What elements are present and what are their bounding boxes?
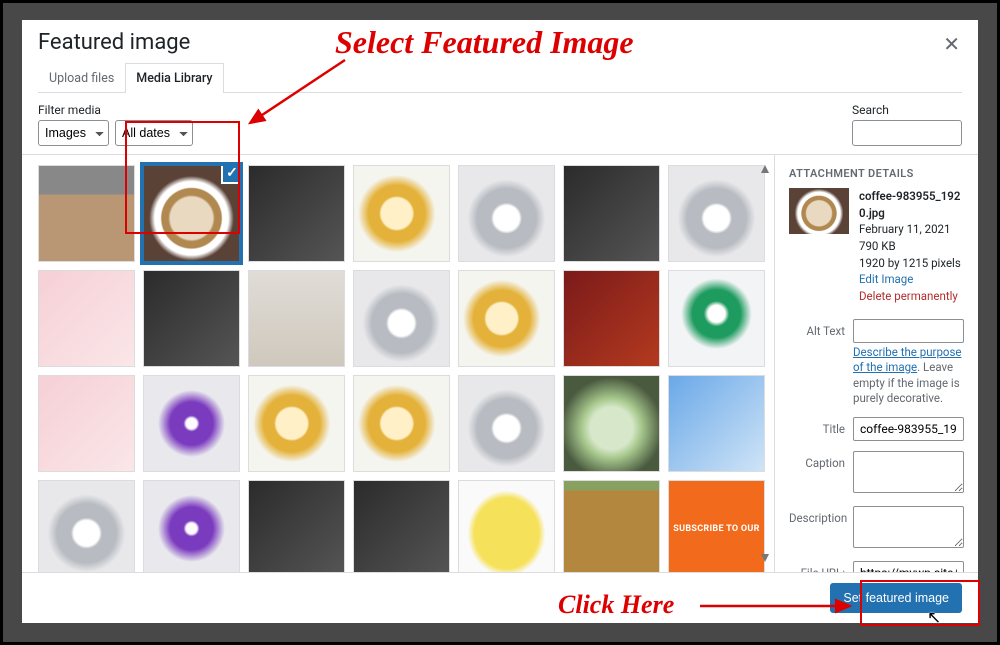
media-thumb-stones[interactable]	[248, 270, 345, 367]
media-thumb-silver-rings[interactable]	[668, 165, 765, 262]
description-row: Description	[789, 506, 964, 551]
alt-text-label: Alt Text	[789, 319, 845, 338]
tab-upload-files[interactable]: Upload files	[38, 63, 125, 93]
media-thumb-charm-bracelet[interactable]	[668, 375, 765, 472]
media-thumb-gold-rings[interactable]	[353, 165, 450, 262]
media-thumb-coffee-cup[interactable]: ✓	[143, 165, 240, 262]
selected-check-icon: ✓	[221, 165, 240, 184]
attachment-thumbnail	[789, 188, 849, 234]
media-type-select[interactable]: Images	[38, 120, 109, 146]
media-thumb-diamond-ring[interactable]	[458, 165, 555, 262]
delete-permanently-link[interactable]: Delete permanently	[859, 289, 958, 303]
caption-label: Caption	[789, 451, 845, 470]
filter-media-label: Filter media	[38, 103, 193, 117]
media-thumb-bananas[interactable]	[458, 480, 555, 572]
file-url-label: File URL:	[789, 561, 845, 572]
media-grid-container[interactable]: ✓ SUBSCRIBE TO OUR	[22, 155, 774, 572]
attachment-sidebar: ATTACHMENT DETAILS coffee-983955_1920.jp…	[774, 155, 978, 572]
filter-media-group: Filter media Images All dates	[38, 103, 193, 146]
media-thumb-bangles[interactable]	[458, 270, 555, 367]
featured-image-modal: Featured image ✕ Upload files Media Libr…	[22, 20, 978, 623]
close-button[interactable]: ✕	[935, 28, 968, 61]
media-thumb-street[interactable]	[353, 480, 450, 572]
media-thumb-emerald-ring[interactable]	[668, 270, 765, 367]
attachment-date: February 11, 2021	[859, 221, 964, 238]
close-icon: ✕	[943, 34, 960, 56]
attachment-filename: coffee-983955_1920.jpg	[859, 188, 964, 221]
media-tabs: Upload files Media Library	[38, 63, 962, 93]
media-thumb-gold-ring[interactable]	[353, 375, 450, 472]
title-input[interactable]	[853, 417, 964, 441]
search-label: Search	[852, 103, 962, 117]
search-group: Search	[852, 103, 962, 146]
description-label: Description	[789, 506, 845, 525]
file-url-input[interactable]	[853, 561, 964, 572]
attachment-preview-row: coffee-983955_1920.jpg February 11, 2021…	[789, 188, 964, 305]
media-thumb-amethyst[interactable]	[143, 375, 240, 472]
media-thumb-belt-buckle[interactable]	[248, 165, 345, 262]
tab-media-library[interactable]: Media Library	[125, 63, 223, 93]
file-url-row: File URL: Copy URL to clipboard	[789, 561, 964, 572]
media-thumb-tree-path[interactable]	[563, 480, 660, 572]
modal-title: Featured image	[38, 30, 962, 55]
media-thumb-pearls[interactable]	[38, 270, 135, 367]
media-toolbar: Filter media Images All dates Search	[22, 93, 978, 154]
scrollbar[interactable]	[758, 165, 772, 562]
search-input[interactable]	[852, 120, 962, 146]
attachment-meta: coffee-983955_1920.jpg February 11, 2021…	[859, 188, 964, 305]
media-thumb-bokeh-green[interactable]	[563, 375, 660, 472]
alt-text-input[interactable]	[853, 319, 964, 343]
media-thumb-earrings[interactable]	[38, 480, 135, 572]
media-thumb-jewels-pile[interactable]	[38, 375, 135, 472]
media-date-select[interactable]: All dates	[115, 120, 193, 146]
alt-text-row: Alt Text Describe the purpose of the ima…	[789, 319, 964, 407]
media-thumb-gold-fashion[interactable]	[248, 375, 345, 472]
modal-footer: Set featured image	[22, 572, 978, 623]
attachment-dimensions: 1920 by 1215 pixels	[859, 255, 964, 272]
description-input[interactable]	[853, 506, 964, 548]
modal-header: Featured image ✕ Upload files Media Libr…	[22, 20, 978, 93]
media-thumb-tiara[interactable]	[353, 270, 450, 367]
media-thumb-silver-ring2[interactable]	[143, 270, 240, 367]
title-row: Title	[789, 417, 964, 441]
media-thumb-bracelet-red[interactable]	[563, 270, 660, 367]
media-thumb-restaurant[interactable]	[248, 480, 345, 572]
caption-row: Caption	[789, 451, 964, 496]
media-thumb-purple-ring[interactable]	[143, 480, 240, 572]
media-grid: ✓ SUBSCRIBE TO OUR	[38, 165, 770, 572]
media-thumb-subscribe-banner[interactable]: SUBSCRIBE TO OUR	[668, 480, 765, 572]
attachment-details-heading: ATTACHMENT DETAILS	[789, 167, 964, 180]
media-thumb-laptop-desk[interactable]	[38, 165, 135, 262]
set-featured-image-button[interactable]: Set featured image	[830, 583, 962, 613]
media-thumb-tiara2[interactable]	[458, 375, 555, 472]
edit-image-link[interactable]: Edit Image	[859, 272, 913, 286]
media-thumb-ring-box[interactable]	[563, 165, 660, 262]
title-label: Title	[789, 417, 845, 436]
caption-input[interactable]	[853, 451, 964, 493]
attachment-filesize: 790 KB	[859, 238, 964, 255]
modal-body: ✓ SUBSCRIBE TO OUR ATTACHMENT DETAILS cof…	[22, 154, 978, 572]
